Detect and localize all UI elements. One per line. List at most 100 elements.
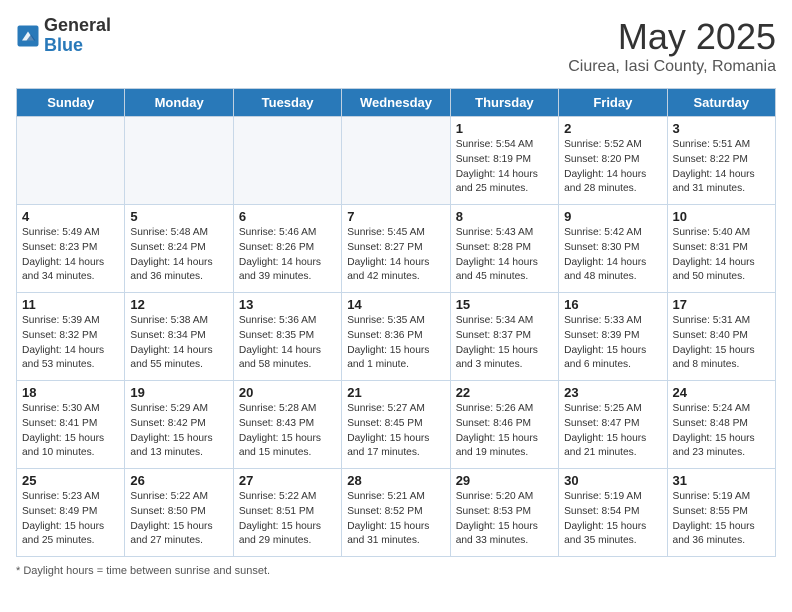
day-info: Sunrise: 5:21 AM Sunset: 8:52 PM Dayligh… <box>347 490 444 549</box>
week-row-4: 18 Sunrise: 5:30 AM Sunset: 8:41 PM Dayli… <box>17 381 776 469</box>
title-area: May 2025 Ciurea, Iasi County, Romania <box>568 16 776 76</box>
days-header-row: SundayMondayTuesdayWednesdayThursdayFrid… <box>17 89 776 117</box>
page-header: General Blue May 2025 Ciurea, Iasi Count… <box>16 16 776 76</box>
calendar-cell: 1Sunrise: 5:54 AM Sunset: 8:19 PM Daylig… <box>450 117 558 205</box>
calendar-cell: 7Sunrise: 5:45 AM Sunset: 8:27 PM Daylig… <box>342 205 450 293</box>
day-number: 2 <box>564 121 661 136</box>
logo: General Blue <box>16 16 111 56</box>
day-info: Sunrise: 5:19 AM Sunset: 8:54 PM Dayligh… <box>564 490 661 549</box>
day-header-monday: Monday <box>125 89 233 117</box>
calendar-cell: 16 Sunrise: 5:33 AM Sunset: 8:39 PM Dayli… <box>559 293 667 381</box>
day-number: 8 <box>456 209 553 224</box>
calendar-cell: 3 Sunrise: 5:51 AM Sunset: 8:22 PM Daylig… <box>667 117 775 205</box>
calendar-cell: 18 Sunrise: 5:30 AM Sunset: 8:41 PM Dayli… <box>17 381 125 469</box>
day-header-thursday: Thursday <box>450 89 558 117</box>
calendar-cell: 11Sunrise: 5:39 AM Sunset: 8:32 PM Dayli… <box>17 293 125 381</box>
calendar-cell: 4 Sunrise: 5:49 AM Sunset: 8:23 PM Daylig… <box>17 205 125 293</box>
day-info: Sunrise: 5:20 AM Sunset: 8:53 PM Dayligh… <box>456 490 553 549</box>
day-number: 1 <box>456 121 553 136</box>
calendar-cell <box>342 117 450 205</box>
day-number: 3 <box>673 121 770 136</box>
calendar-cell: 24 Sunrise: 5:24 AM Sunset: 8:48 PM Dayli… <box>667 381 775 469</box>
day-number: 28 <box>347 473 444 488</box>
week-row-2: 4 Sunrise: 5:49 AM Sunset: 8:23 PM Daylig… <box>17 205 776 293</box>
day-header-saturday: Saturday <box>667 89 775 117</box>
day-number: 13 <box>239 297 336 312</box>
calendar-cell: 26Sunrise: 5:22 AM Sunset: 8:50 PM Dayli… <box>125 469 233 557</box>
day-number: 31 <box>673 473 770 488</box>
day-info: Sunrise: 5:33 AM Sunset: 8:39 PM Dayligh… <box>564 314 661 373</box>
day-header-friday: Friday <box>559 89 667 117</box>
day-info: Sunrise: 5:35 AM Sunset: 8:36 PM Dayligh… <box>347 314 444 373</box>
calendar-cell: 12 Sunrise: 5:38 AM Sunset: 8:34 PM Dayli… <box>125 293 233 381</box>
day-info: Sunrise: 5:28 AM Sunset: 8:43 PM Dayligh… <box>239 402 336 461</box>
day-number: 14 <box>347 297 444 312</box>
day-info: Sunrise: 5:25 AM Sunset: 8:47 PM Dayligh… <box>564 402 661 461</box>
day-number: 11 <box>22 297 119 312</box>
day-number: 12 <box>130 297 227 312</box>
logo-blue-text: Blue <box>44 36 111 56</box>
week-row-3: 11Sunrise: 5:39 AM Sunset: 8:32 PM Dayli… <box>17 293 776 381</box>
calendar-cell: 28 Sunrise: 5:21 AM Sunset: 8:52 PM Dayli… <box>342 469 450 557</box>
day-info: Sunrise: 5:42 AM Sunset: 8:30 PM Dayligh… <box>564 226 661 285</box>
day-info: Sunrise: 5:34 AM Sunset: 8:37 PM Dayligh… <box>456 314 553 373</box>
calendar-cell: 31 Sunrise: 5:19 AM Sunset: 8:55 PM Dayli… <box>667 469 775 557</box>
day-info: Sunrise: 5:51 AM Sunset: 8:22 PM Dayligh… <box>673 138 770 197</box>
day-number: 5 <box>130 209 227 224</box>
calendar-cell: 25Sunrise: 5:23 AM Sunset: 8:49 PM Dayli… <box>17 469 125 557</box>
day-number: 21 <box>347 385 444 400</box>
day-info: Sunrise: 5:31 AM Sunset: 8:40 PM Dayligh… <box>673 314 770 373</box>
calendar-cell: 13Sunrise: 5:36 AM Sunset: 8:35 PM Dayli… <box>233 293 341 381</box>
day-info: Sunrise: 5:38 AM Sunset: 8:34 PM Dayligh… <box>130 314 227 373</box>
calendar-cell: 9Sunrise: 5:42 AM Sunset: 8:30 PM Daylig… <box>559 205 667 293</box>
calendar-cell: 20Sunrise: 5:28 AM Sunset: 8:43 PM Dayli… <box>233 381 341 469</box>
calendar-cell: 6 Sunrise: 5:46 AM Sunset: 8:26 PM Daylig… <box>233 205 341 293</box>
day-info: Sunrise: 5:19 AM Sunset: 8:55 PM Dayligh… <box>673 490 770 549</box>
calendar-cell: 14 Sunrise: 5:35 AM Sunset: 8:36 PM Dayli… <box>342 293 450 381</box>
day-header-tuesday: Tuesday <box>233 89 341 117</box>
calendar-cell: 29Sunrise: 5:20 AM Sunset: 8:53 PM Dayli… <box>450 469 558 557</box>
day-info: Sunrise: 5:52 AM Sunset: 8:20 PM Dayligh… <box>564 138 661 197</box>
calendar-cell: 17Sunrise: 5:31 AM Sunset: 8:40 PM Dayli… <box>667 293 775 381</box>
week-row-1: 1Sunrise: 5:54 AM Sunset: 8:19 PM Daylig… <box>17 117 776 205</box>
footer-note: * Daylight hours = time between sunrise … <box>16 565 776 577</box>
day-info: Sunrise: 5:24 AM Sunset: 8:48 PM Dayligh… <box>673 402 770 461</box>
day-number: 27 <box>239 473 336 488</box>
day-number: 18 <box>22 385 119 400</box>
day-header-sunday: Sunday <box>17 89 125 117</box>
day-info: Sunrise: 5:48 AM Sunset: 8:24 PM Dayligh… <box>130 226 227 285</box>
day-info: Sunrise: 5:40 AM Sunset: 8:31 PM Dayligh… <box>673 226 770 285</box>
day-number: 16 <box>564 297 661 312</box>
day-number: 4 <box>22 209 119 224</box>
day-header-wednesday: Wednesday <box>342 89 450 117</box>
day-number: 30 <box>564 473 661 488</box>
logo-icon <box>16 24 40 48</box>
calendar-cell: 8 Sunrise: 5:43 AM Sunset: 8:28 PM Daylig… <box>450 205 558 293</box>
calendar-cell <box>233 117 341 205</box>
calendar-cell: 15 Sunrise: 5:34 AM Sunset: 8:37 PM Dayli… <box>450 293 558 381</box>
month-title: May 2025 <box>568 16 776 58</box>
day-number: 15 <box>456 297 553 312</box>
location-title: Ciurea, Iasi County, Romania <box>568 58 776 76</box>
calendar-cell: 23 Sunrise: 5:25 AM Sunset: 8:47 PM Dayli… <box>559 381 667 469</box>
day-info: Sunrise: 5:30 AM Sunset: 8:41 PM Dayligh… <box>22 402 119 461</box>
day-number: 19 <box>130 385 227 400</box>
logo-general-text: General <box>44 16 111 36</box>
day-info: Sunrise: 5:43 AM Sunset: 8:28 PM Dayligh… <box>456 226 553 285</box>
day-number: 22 <box>456 385 553 400</box>
day-number: 6 <box>239 209 336 224</box>
week-row-5: 25Sunrise: 5:23 AM Sunset: 8:49 PM Dayli… <box>17 469 776 557</box>
day-info: Sunrise: 5:45 AM Sunset: 8:27 PM Dayligh… <box>347 226 444 285</box>
calendar-cell: 22Sunrise: 5:26 AM Sunset: 8:46 PM Dayli… <box>450 381 558 469</box>
day-number: 23 <box>564 385 661 400</box>
calendar-cell: 5 Sunrise: 5:48 AM Sunset: 8:24 PM Daylig… <box>125 205 233 293</box>
day-number: 25 <box>22 473 119 488</box>
calendar-cell: 30 Sunrise: 5:19 AM Sunset: 8:54 PM Dayli… <box>559 469 667 557</box>
calendar-cell: 19Sunrise: 5:29 AM Sunset: 8:42 PM Dayli… <box>125 381 233 469</box>
day-info: Sunrise: 5:46 AM Sunset: 8:26 PM Dayligh… <box>239 226 336 285</box>
calendar-cell <box>17 117 125 205</box>
calendar-cell: 2 Sunrise: 5:52 AM Sunset: 8:20 PM Daylig… <box>559 117 667 205</box>
day-info: Sunrise: 5:22 AM Sunset: 8:50 PM Dayligh… <box>130 490 227 549</box>
day-info: Sunrise: 5:49 AM Sunset: 8:23 PM Dayligh… <box>22 226 119 285</box>
day-number: 24 <box>673 385 770 400</box>
